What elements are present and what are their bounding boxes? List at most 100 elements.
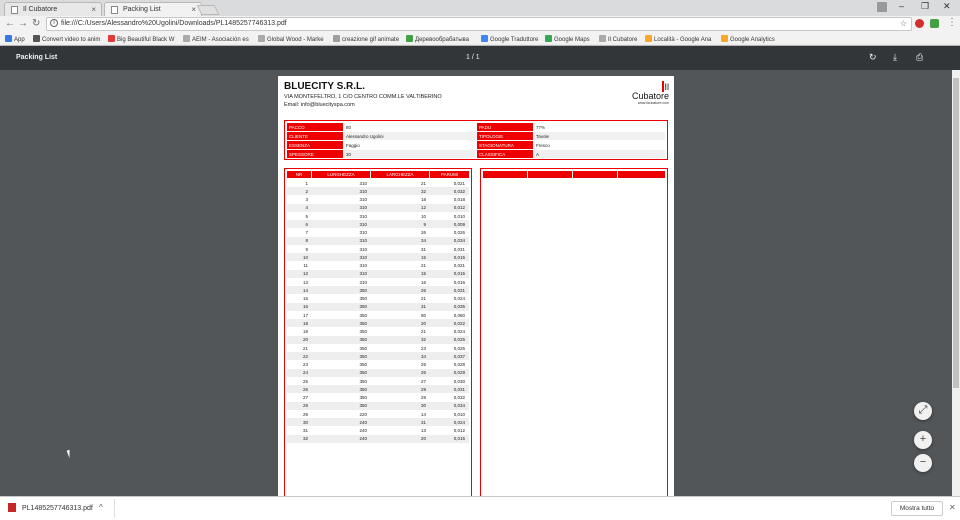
tab-packing-list[interactable]: Packing List × xyxy=(104,2,202,16)
cell-nr: 31 xyxy=(302,428,308,433)
table-row: 17 350 80 0,080 xyxy=(287,311,469,319)
profile-icon[interactable] xyxy=(877,2,887,12)
cell-volume: 0,026 xyxy=(453,230,465,235)
table-row: 9 310 31 0,031 xyxy=(287,245,469,253)
download-item[interactable]: PL1485257746313.pdf xyxy=(8,503,93,512)
cell-length: 310 xyxy=(359,263,367,268)
cell-nr: 30 xyxy=(302,419,308,425)
info-value: Fresco xyxy=(536,142,550,148)
bookmark-item[interactable]: Convert video to anim xyxy=(33,35,100,43)
table-row: 32 240 20 0,015 xyxy=(287,434,469,443)
url-input[interactable]: i file:///C:/Users/Alessandro%20Ugolini/… xyxy=(46,17,912,31)
print-icon[interactable]: ⎙ xyxy=(916,52,923,63)
cell-volume: 0,009 xyxy=(453,221,465,227)
new-tab-button[interactable] xyxy=(196,5,220,15)
close-window-button[interactable]: ✕ xyxy=(943,1,951,12)
cell-width: 21 xyxy=(420,180,426,186)
show-all-button[interactable]: Mostra tutto xyxy=(891,501,943,516)
chevron-up-icon[interactable]: ^ xyxy=(99,503,103,512)
info-icon[interactable]: i xyxy=(50,19,58,27)
cell-volume: 0,012 xyxy=(453,205,465,211)
bookmark-item[interactable]: Google Analytics xyxy=(721,35,775,43)
pdf-viewport[interactable]: BLUECITY S.R.L. VIA MONTEFELTRO, 1 C/O C… xyxy=(0,70,952,496)
cell-nr: 23 xyxy=(302,362,308,367)
table-row: 8 310 34 0,034 xyxy=(287,236,469,245)
cell-length: 350 xyxy=(359,320,367,326)
table-row: 23 350 25 0,028 xyxy=(287,361,469,369)
bookmark-item[interactable]: Il Cubatore xyxy=(599,35,637,43)
cell-length: 350 xyxy=(359,353,367,359)
minimize-button[interactable]: – xyxy=(899,1,904,11)
cell-volume: 0,031 xyxy=(453,246,465,252)
fit-page-icon[interactable]: ⤢ xyxy=(914,402,932,420)
cell-nr: 16 xyxy=(302,304,308,310)
download-icon[interactable]: ⤓ xyxy=(893,52,897,63)
cell-width: 25 xyxy=(420,362,426,367)
cell-volume: 0,024 xyxy=(453,296,465,301)
cell-length: 310 xyxy=(359,205,367,211)
extension-icon[interactable] xyxy=(930,19,939,28)
star-icon[interactable]: ☆ xyxy=(900,19,907,28)
cell-width: 32 xyxy=(420,337,426,343)
table-row: 18 350 20 0,022 xyxy=(287,319,469,328)
cell-volume: 0,015 xyxy=(453,436,465,442)
forward-icon[interactable]: → xyxy=(18,18,28,29)
bookmark-item[interactable]: AEIM - Asociación es xyxy=(183,35,249,43)
info-label: TIPOLOGIE xyxy=(477,132,533,140)
cell-width: 34 xyxy=(420,353,426,359)
bookmark-item[interactable]: Big Beautiful Black W xyxy=(108,35,174,43)
cell-length: 350 xyxy=(359,370,367,376)
reload-icon[interactable]: ↻ xyxy=(32,18,40,29)
bookmark-item[interactable]: creazione gif animate xyxy=(333,35,399,43)
zoom-out-button[interactable]: − xyxy=(914,454,932,472)
cell-volume: 0,015 xyxy=(453,271,465,277)
back-icon[interactable]: ← xyxy=(5,18,15,29)
address-bar-row: ← → ↻ i file:///C:/Users/Alessandro%20Ug… xyxy=(0,16,960,33)
cell-length: 350 xyxy=(359,362,367,367)
cell-nr: 17 xyxy=(302,312,308,318)
cell-width: 15 xyxy=(420,271,426,277)
bookmark-item[interactable]: Google Maps xyxy=(545,35,590,43)
cell-length: 310 xyxy=(359,213,367,219)
cell-length: 310 xyxy=(359,254,367,260)
cell-width: 31 xyxy=(420,304,426,310)
page-indicator[interactable]: 1 / 1 xyxy=(466,54,480,61)
table-row: 15 350 21 0,024 xyxy=(287,295,469,303)
packing-table-empty xyxy=(480,168,668,496)
packing-table: NR LUNGHEZZA LARGHEZZA PARUMI 1 310 21 0,02… xyxy=(284,168,472,496)
bookmark-item[interactable]: Деревообрабатыва xyxy=(406,35,469,43)
bookmark-apps[interactable]: App xyxy=(5,35,25,43)
cell-volume: 0,032 xyxy=(453,395,465,400)
cell-length: 310 xyxy=(359,238,367,244)
menu-icon[interactable]: ⋮ xyxy=(947,17,957,28)
close-icon[interactable]: × xyxy=(91,5,96,14)
cell-width: 16 xyxy=(420,279,426,285)
extension-icon[interactable] xyxy=(915,19,924,28)
pdf-page: BLUECITY S.R.L. VIA MONTEFELTRO, 1 C/O C… xyxy=(278,76,674,496)
cell-width: 31 xyxy=(420,246,426,252)
cell-width: 13 xyxy=(420,428,426,433)
table-row: 27 350 29 0,032 xyxy=(287,394,469,402)
close-icon[interactable]: ✕ xyxy=(949,503,956,512)
maximize-button[interactable]: ❐ xyxy=(921,1,929,12)
table-row: 21 350 23 0,026 xyxy=(287,344,469,352)
bookmark-item[interactable]: Global Wood - Marke xyxy=(258,35,324,43)
zoom-in-button[interactable]: + xyxy=(914,431,932,449)
cell-nr: 11 xyxy=(303,263,308,268)
tab-il-cubatore[interactable]: Il Cubatore × xyxy=(4,2,102,16)
bookmark-item[interactable]: Località - Google Ana xyxy=(645,35,711,43)
info-box: PACCO 80 PADU 77% CLIENTE Alessandro Ugolini T… xyxy=(284,120,668,160)
scrollbar[interactable] xyxy=(952,70,960,496)
document-title: Packing List xyxy=(16,54,58,61)
close-icon[interactable]: × xyxy=(191,5,196,14)
tab-label: Packing List xyxy=(123,6,161,13)
cell-length: 350 xyxy=(359,329,367,334)
info-label: STAGIONATURA xyxy=(477,141,533,149)
header-volume: PARUMI xyxy=(430,171,469,178)
scroll-thumb[interactable] xyxy=(953,78,959,388)
rotate-icon[interactable]: ↻ xyxy=(869,52,877,63)
cell-nr: 6 xyxy=(305,221,308,227)
bookmark-item[interactable]: Google Traduttore xyxy=(481,35,538,43)
table-row: 7 310 26 0,026 xyxy=(287,229,469,237)
info-row: PACCO 80 PADU 77% xyxy=(287,123,665,131)
